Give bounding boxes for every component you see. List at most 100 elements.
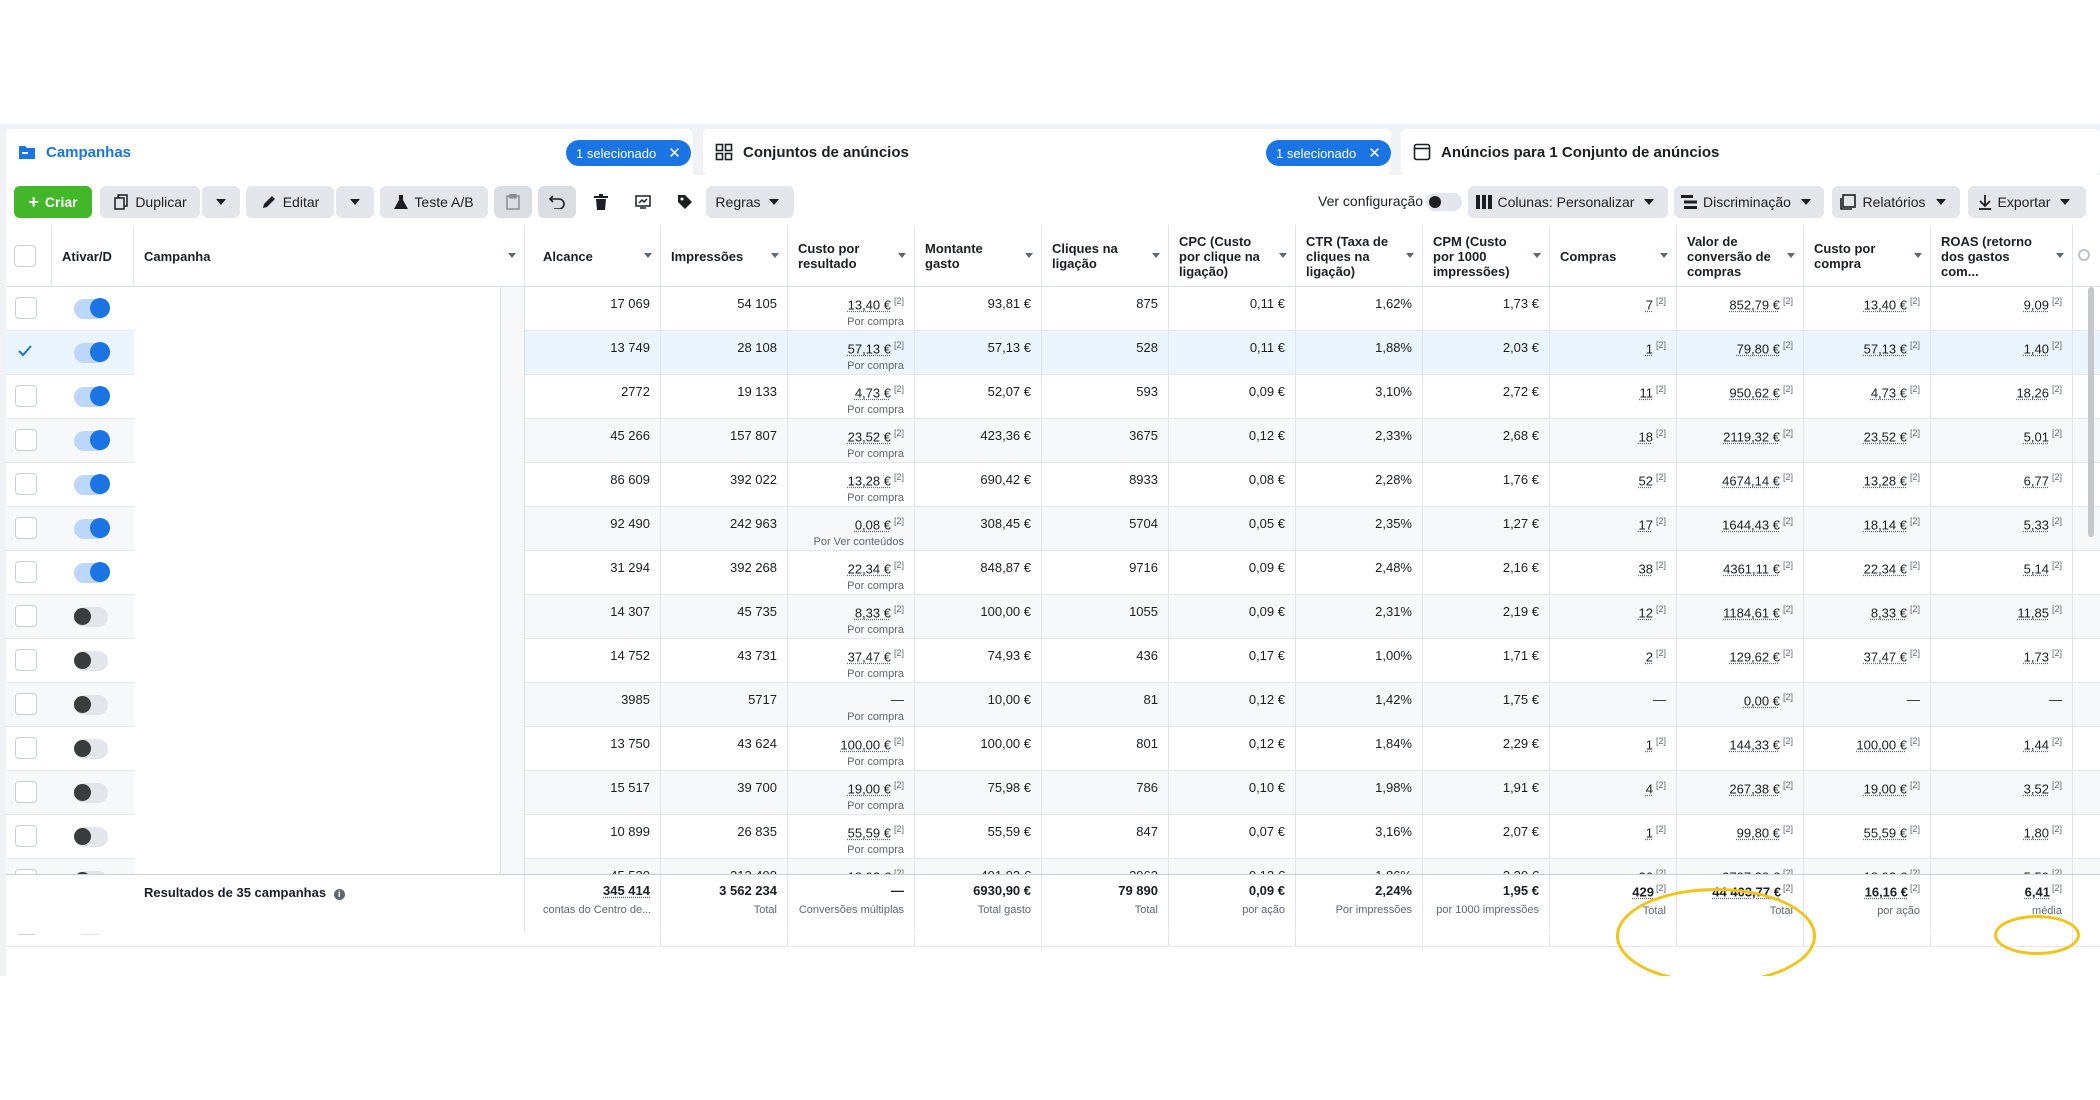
row-checkbox[interactable] <box>15 825 37 847</box>
campaign-status-toggle[interactable] <box>74 386 110 407</box>
col-header-impressions[interactable]: Impressões <box>661 225 788 287</box>
cell-ctr: 1,84% <box>1296 727 1423 770</box>
tab-campaigns-label: Campanhas <box>46 143 132 161</box>
breakdown-button[interactable]: Discriminação <box>1674 186 1824 218</box>
campaign-status-toggle[interactable] <box>74 783 108 803</box>
duplicate-button[interactable]: Duplicar <box>100 186 200 218</box>
row-checkbox[interactable] <box>15 429 37 451</box>
clear-selection-icon[interactable]: ✕ <box>668 144 681 162</box>
campaigns-selection-pill[interactable]: 1 selecionado ✕ <box>566 140 691 166</box>
cell-value: 5704 <box>1129 516 1158 531</box>
col-header-link-clicks[interactable]: Cliques na ligação <box>1042 225 1169 287</box>
row-checkbox[interactable] <box>15 561 37 583</box>
cell-value: 875 <box>1136 296 1158 311</box>
col-header-roas[interactable]: ROAS (retorno dos gastos com... <box>1931 225 2073 287</box>
row-checkbox[interactable] <box>15 693 37 715</box>
adsets-selection-pill[interactable]: 1 selecionado ✕ <box>1266 140 1391 166</box>
edit-dropdown[interactable] <box>336 186 374 218</box>
tab-ads[interactable]: Anúncios para 1 Conjunto de anúncios <box>1401 129 2100 175</box>
col-header-campaign[interactable]: Campanha <box>134 225 525 287</box>
campaign-status-toggle[interactable] <box>74 518 110 539</box>
cell-cost-purchase: 23,52 € [2] <box>1804 419 1931 462</box>
reports-button[interactable]: Relatórios <box>1832 186 1960 218</box>
view-setup-label: Ver configuração <box>1318 193 1424 209</box>
cell-cpr: 4,73 € [2] Por compra <box>788 375 915 418</box>
cell-cost-purchase: 55,59 € [2] <box>1804 815 1931 858</box>
settings-gear-icon[interactable] <box>2078 249 2090 261</box>
tag-button[interactable] <box>666 186 704 218</box>
cell-value: 1,98% <box>1375 780 1412 795</box>
col-header-label: ROAS (retorno dos gastos com... <box>1941 233 2032 279</box>
row-checkbox[interactable] <box>15 385 37 407</box>
cell-value: 74,93 € <box>987 648 1031 663</box>
campaign-status-toggle[interactable] <box>74 651 108 671</box>
ab-test-button[interactable]: Teste A/B <box>380 186 488 218</box>
col-header-conversion-value[interactable]: Valor de conversão de compras <box>1677 225 1804 287</box>
campaign-status-toggle[interactable] <box>74 562 110 583</box>
campaign-status-toggle[interactable] <box>74 298 110 319</box>
col-header-cost-per-result[interactable]: Custo por resultado <box>788 225 915 287</box>
row-checkbox[interactable] <box>15 781 37 803</box>
tab-adsets[interactable]: Conjuntos de anúncios 1 selecionado ✕ <box>703 129 1391 175</box>
cell-value: 786 <box>1136 780 1158 795</box>
vertical-scrollbar[interactable] <box>2088 287 2094 537</box>
footnote-marker: [2] <box>2051 780 2062 790</box>
view-setup-toggle[interactable] <box>1426 193 1462 211</box>
footnote-marker: [2] <box>2051 560 2062 570</box>
col-header-label: Ativar/D <box>62 248 112 264</box>
row-checkbox[interactable] <box>15 649 37 671</box>
col-header-cpm[interactable]: CPM (Custo por 1000 impressões) <box>1423 225 1550 287</box>
column-resize-divider[interactable] <box>500 287 525 907</box>
rules-button[interactable]: Regras <box>706 186 794 218</box>
summary-impressions: 3 562 234 Total <box>661 875 788 933</box>
campaign-status-toggle[interactable] <box>74 430 110 451</box>
cell-value: 100,00 € <box>1856 737 1907 753</box>
row-checkbox[interactable] <box>15 517 37 539</box>
cell-reach: 17 069 <box>533 287 661 330</box>
campaign-status-toggle[interactable] <box>74 695 108 715</box>
campaign-status-toggle[interactable] <box>74 739 108 759</box>
preview-button[interactable] <box>624 186 662 218</box>
campaign-status-toggle[interactable] <box>74 342 110 363</box>
col-header-purchases[interactable]: Compras <box>1550 225 1677 287</box>
delete-button[interactable] <box>582 186 620 218</box>
columns-button[interactable]: Colunas: Personalizar <box>1468 186 1668 218</box>
row-checkbox[interactable] <box>15 473 37 495</box>
cell-value: 93,81 € <box>987 296 1031 311</box>
undo-button[interactable] <box>538 186 576 218</box>
cell-purchases: 38 [2] <box>1550 551 1677 594</box>
duplicate-dropdown[interactable] <box>202 186 240 218</box>
tab-adsets-label: Conjuntos de anúncios <box>743 143 909 161</box>
cell-cpm: 2,07 € <box>1423 815 1550 858</box>
row-checkbox[interactable] <box>15 297 37 319</box>
col-header-reach[interactable]: Alcance <box>533 225 661 287</box>
cell-value: 5717 <box>748 692 777 707</box>
col-header-amount-spent[interactable]: Montante gasto <box>915 225 1042 287</box>
col-header-toggle[interactable]: Ativar/D <box>52 225 134 287</box>
cell-cost-purchase: 57,13 € [2] <box>1804 331 1931 374</box>
cell-value: 14 307 <box>610 604 650 619</box>
row-checkbox[interactable] <box>15 605 37 627</box>
cell-impressions: 392 022 <box>661 463 788 506</box>
tab-campaigns[interactable]: Campanhas 1 selecionado ✕ <box>6 129 693 175</box>
clipboard-button[interactable] <box>494 186 532 218</box>
cell-roas: 1,73 [2] <box>1931 639 2073 682</box>
col-header-cost-per-purchase[interactable]: Custo por compra <box>1804 225 1931 287</box>
cell-value: 14 752 <box>610 648 650 663</box>
row-checkbox[interactable] <box>15 737 37 759</box>
export-button[interactable]: Exportar <box>1968 186 2086 218</box>
cell-reach: 10 899 <box>533 815 661 858</box>
create-button[interactable]: + Criar <box>14 186 92 218</box>
select-all-checkbox[interactable] <box>14 245 36 267</box>
col-header-cpc[interactable]: CPC (Custo por clique na ligação) <box>1169 225 1296 287</box>
cell-value: 4 <box>1645 781 1653 797</box>
info-icon[interactable]: i <box>333 889 345 900</box>
edit-button[interactable]: Editar <box>246 186 334 218</box>
clear-selection-icon[interactable]: ✕ <box>1368 144 1381 162</box>
campaign-status-toggle[interactable] <box>74 827 108 847</box>
row-checkbox[interactable] <box>15 341 37 363</box>
cell-ctr: 3,10% <box>1296 375 1423 418</box>
campaign-status-toggle[interactable] <box>74 474 110 495</box>
campaign-status-toggle[interactable] <box>74 607 108 627</box>
col-header-ctr[interactable]: CTR (Taxa de cliques na ligação) <box>1296 225 1423 287</box>
